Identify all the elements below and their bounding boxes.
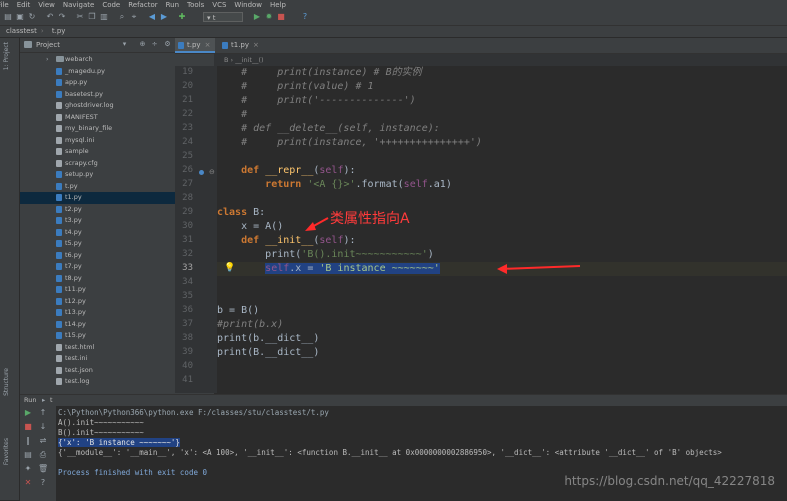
- console-line: {'__module__': '__main__', 'x': <A 100>,…: [58, 448, 722, 457]
- arrow-to-self-x: [499, 265, 581, 270]
- console-line-selected: {'x': 'B instance ~~~~~~~'}: [58, 438, 180, 448]
- run-toolbar: ▶ ↑ ■ ↓ ‖ ⇌ ▤ ⎙ ✦ 🗑 ✕ ?: [20, 406, 56, 501]
- close-run-icon[interactable]: ✕: [23, 478, 33, 488]
- soft-wrap-icon[interactable]: ⇌: [38, 436, 48, 446]
- run-title: Run: [24, 396, 37, 404]
- stop-run-icon[interactable]: ■: [23, 422, 33, 432]
- run-panel-header: Run ▸ t: [20, 395, 787, 406]
- console-exit-line: Process finished with exit code 0: [58, 468, 208, 477]
- scroll-up-icon[interactable]: ↑: [38, 408, 48, 418]
- arrow-head: [305, 222, 316, 231]
- clear-all-icon[interactable]: 🗑: [38, 464, 48, 474]
- pin-tab-icon[interactable]: ✦: [23, 464, 33, 474]
- console-line: A().init~~~~~~~~~~~: [58, 418, 144, 427]
- watermark: https://blog.csdn.net/qq_42227818: [564, 474, 775, 488]
- run-tab-icon: ▸: [42, 396, 46, 404]
- scroll-down-icon[interactable]: ↓: [38, 422, 48, 432]
- print-icon[interactable]: ⎙: [38, 450, 48, 460]
- console-selection: {'x': 'B instance ~~~~~~~'}: [58, 438, 180, 447]
- run-tab-label[interactable]: t: [50, 395, 53, 406]
- console-line: B().init~~~~~~~~~~~: [58, 428, 144, 437]
- help-run-icon[interactable]: ?: [38, 478, 48, 488]
- arrow-head: [497, 264, 507, 274]
- console-line: C:\Python\Python366\python.exe F:/classe…: [58, 408, 329, 417]
- rerun-icon[interactable]: ▶: [23, 408, 33, 418]
- restore-layout-icon[interactable]: ▤: [23, 450, 33, 460]
- pause-icon[interactable]: ‖: [23, 436, 33, 446]
